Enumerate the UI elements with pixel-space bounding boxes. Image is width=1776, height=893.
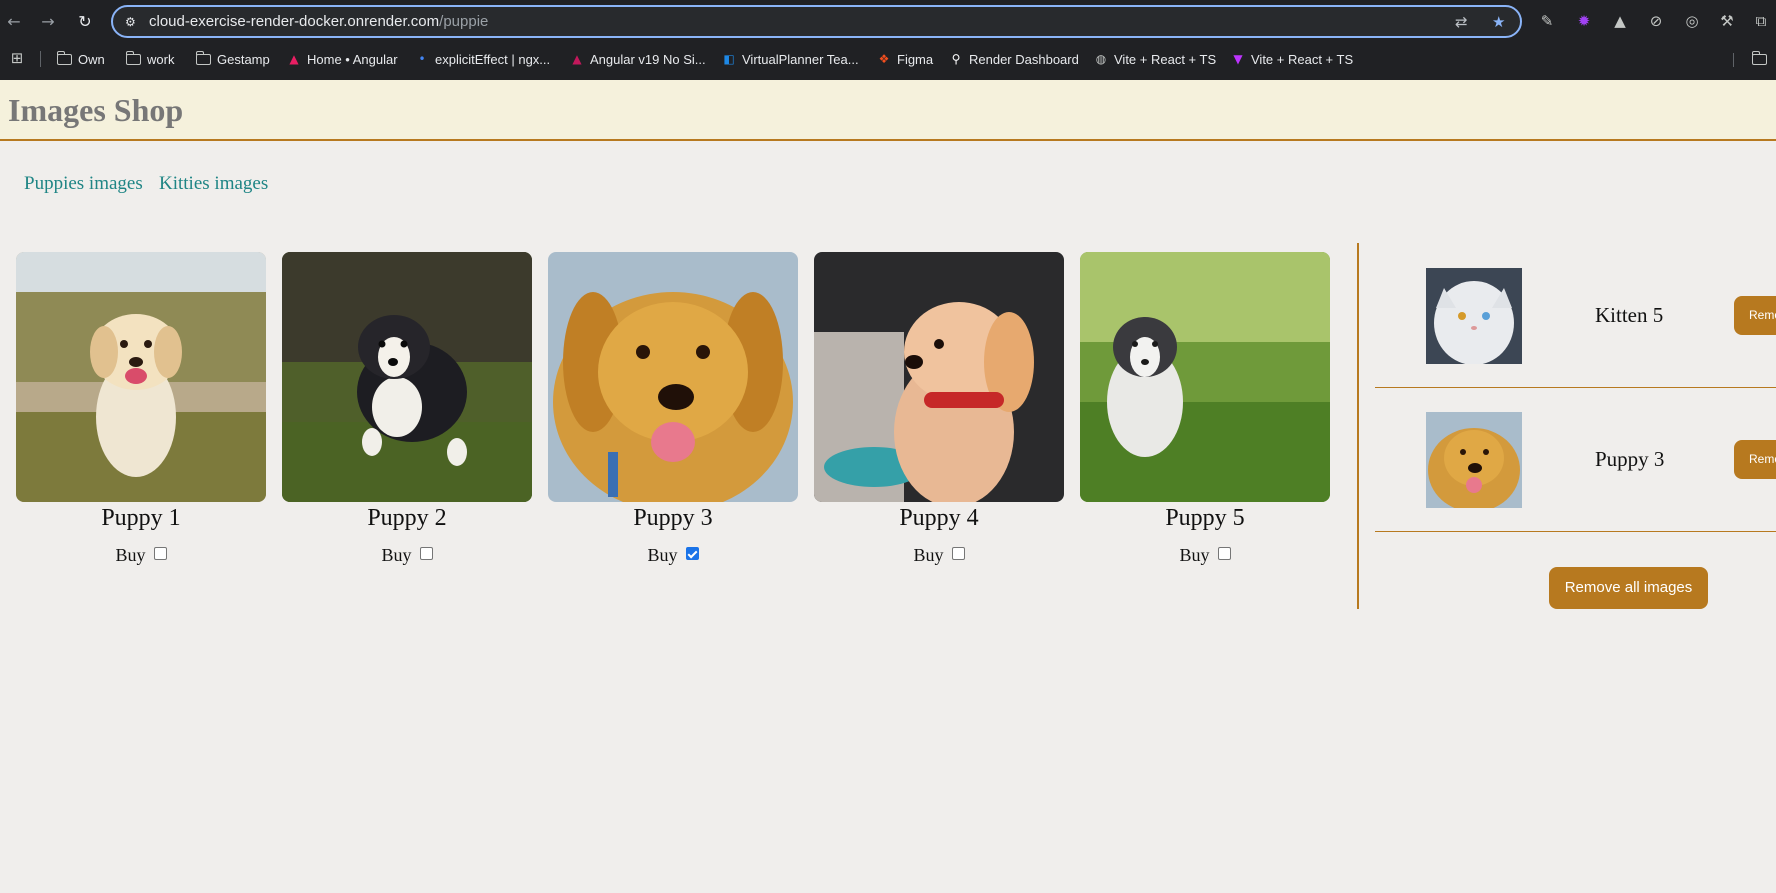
bookmark-label: Vite + React + TS xyxy=(1251,51,1354,67)
bookmark-own[interactable]: Own xyxy=(56,49,105,69)
gallery-card: Puppy 1 Buy xyxy=(16,252,266,565)
gallery-item-name: Puppy 3 xyxy=(633,505,713,531)
gallery-item-name: Puppy 2 xyxy=(367,505,447,531)
gallery-card: Puppy 5 Buy xyxy=(1080,252,1330,565)
remove-button[interactable]: Remove xyxy=(1734,440,1776,479)
cart-divider xyxy=(1357,243,1359,609)
puppy-thumbnail xyxy=(1426,412,1522,508)
kitten-thumbnail xyxy=(1426,268,1522,364)
bookmark-other-folder[interactable] xyxy=(1751,49,1767,69)
ngx-icon: • xyxy=(418,52,426,66)
bookmark-gestamp[interactable]: Gestamp xyxy=(195,49,270,69)
bookmark-home-angular[interactable]: ▲ Home • Angular xyxy=(287,49,398,69)
cart-item-name: Puppy 3 xyxy=(1595,447,1665,471)
folder-icon xyxy=(195,50,211,65)
cart-item: Puppy 3 Remove xyxy=(1375,388,1776,532)
url-text[interactable]: cloud-exercise-render-docker.onrender.co… xyxy=(149,13,488,30)
bookmark-label: Render Dashboard xyxy=(969,51,1079,67)
buy-label: Buy xyxy=(115,545,146,565)
remove-button[interactable]: Remove xyxy=(1734,296,1776,335)
eyedropper-icon[interactable]: ✎ xyxy=(1538,12,1556,30)
buy-label: Buy xyxy=(647,545,678,565)
page-title: Images Shop xyxy=(8,92,184,128)
puppy-image[interactable] xyxy=(1080,252,1330,502)
bookmark-label: Home • Angular xyxy=(307,51,398,67)
gallery-card: Puppy 4 Buy xyxy=(814,252,1064,565)
gallery-item-name: Puppy 1 xyxy=(101,505,181,531)
buy-control: Buy xyxy=(16,545,266,566)
bookmark-render-dashboard[interactable]: ⚲ Render Dashboard xyxy=(949,49,1079,69)
angular-devtools-icon[interactable]: ▲ xyxy=(1611,12,1629,30)
cart-item: Kitten 5 Remove xyxy=(1375,244,1776,388)
buy-checkbox[interactable] xyxy=(1217,547,1231,560)
bookmark-label: Vite + React + TS xyxy=(1114,51,1217,67)
buy-control: Buy xyxy=(814,545,1064,566)
browser-chrome: ← → ↻ ⚙ cloud-exercise-render-docker.onr… xyxy=(0,0,1776,80)
bookmark-label: Own xyxy=(78,51,105,67)
globe-icon: ◍ xyxy=(1095,52,1107,66)
gallery-item-name: Puppy 4 xyxy=(899,505,979,531)
target-icon[interactable]: ◎ xyxy=(1683,12,1701,30)
buy-checkbox[interactable] xyxy=(951,547,965,560)
bookmark-explicit-effect[interactable]: • explicitEffect | ngx... xyxy=(415,49,550,69)
puppy-image[interactable] xyxy=(814,252,1064,502)
cart-item-name: Kitten 5 xyxy=(1595,303,1664,327)
bookmark-vite-react-2[interactable]: ▼ Vite + React + TS xyxy=(1231,49,1353,69)
buy-control: Buy xyxy=(282,545,532,566)
site-header: Images Shop xyxy=(0,80,1776,141)
bookmark-label: Gestamp xyxy=(217,51,270,67)
back-icon[interactable]: ← xyxy=(4,12,24,32)
bookmark-label: Figma xyxy=(897,51,934,67)
address-bar[interactable]: ⚙ cloud-exercise-render-docker.onrender.… xyxy=(111,5,1522,38)
buy-checkbox[interactable] xyxy=(419,547,433,560)
buy-checkbox[interactable] xyxy=(685,547,699,560)
folder-icon xyxy=(1751,50,1767,65)
folder-icon xyxy=(56,50,72,65)
gallery-item-name: Puppy 5 xyxy=(1165,505,1245,531)
bookmark-work[interactable]: work xyxy=(125,49,175,69)
buy-label: Buy xyxy=(381,545,412,565)
buy-control: Buy xyxy=(1080,545,1330,566)
bookmark-label: work xyxy=(147,51,175,67)
url-host: cloud-exercise-render-docker.onrender.co… xyxy=(149,13,440,30)
bookmark-vite-react-1[interactable]: ◍ Vite + React + TS xyxy=(1094,49,1216,69)
figma-icon: ❖ xyxy=(878,52,890,66)
nav-kitties-link[interactable]: Kitties images xyxy=(159,173,268,195)
puppy-image[interactable] xyxy=(16,252,266,502)
forward-icon[interactable]: → xyxy=(38,12,58,32)
buy-label: Buy xyxy=(1179,545,1210,565)
nav-puppies-link[interactable]: Puppies images xyxy=(24,173,143,195)
bookmark-angular-v19[interactable]: ▲ Angular v19 No Si... xyxy=(570,49,706,69)
reload-icon[interactable]: ↻ xyxy=(75,12,95,32)
angular-icon: ▲ xyxy=(289,52,299,66)
site-settings-icon[interactable]: ⚙ xyxy=(125,14,141,30)
extensions-puzzle-icon[interactable]: ⧉ xyxy=(1752,12,1770,30)
extension-gear-icon[interactable]: ✹ xyxy=(1575,12,1593,30)
url-path: /puppie xyxy=(439,13,489,30)
bookmark-label: VirtualPlanner Tea... xyxy=(742,51,859,67)
angular-icon: ▲ xyxy=(572,52,582,66)
render-icon: ⚲ xyxy=(951,52,961,66)
bookmarks-bar: Own work Gestamp ▲ Home • Angular • explic… xyxy=(0,46,1776,72)
folder-icon xyxy=(125,50,141,65)
bookmark-figma[interactable]: ❖ Figma xyxy=(877,49,934,69)
puppy-image[interactable] xyxy=(282,252,532,502)
buy-control: Buy xyxy=(548,545,798,566)
gallery-card: Puppy 2 Buy xyxy=(282,252,532,565)
extension-tool-icon[interactable]: ⚒ xyxy=(1718,12,1736,30)
remove-all-button[interactable]: Remove all images xyxy=(1549,567,1708,609)
azure-devops-icon: ◧ xyxy=(723,52,735,66)
bookmark-star-icon[interactable]: ★ xyxy=(1492,13,1505,31)
translate-icon[interactable]: ⇄ xyxy=(1455,13,1468,31)
puppy-image[interactable] xyxy=(548,252,798,502)
bookmark-label: explicitEffect | ngx... xyxy=(435,51,551,67)
bookmark-virtualplanner[interactable]: ◧ VirtualPlanner Tea... xyxy=(722,49,859,69)
buy-checkbox[interactable] xyxy=(153,547,167,560)
buy-label: Buy xyxy=(913,545,944,565)
bookmark-label: Angular v19 No Si... xyxy=(590,51,706,67)
gallery-card: Puppy 3 Buy xyxy=(548,252,798,565)
vite-icon: ▼ xyxy=(1233,52,1243,66)
bookmark-separator xyxy=(1733,53,1734,67)
compass-icon[interactable]: ⊘ xyxy=(1647,12,1665,30)
